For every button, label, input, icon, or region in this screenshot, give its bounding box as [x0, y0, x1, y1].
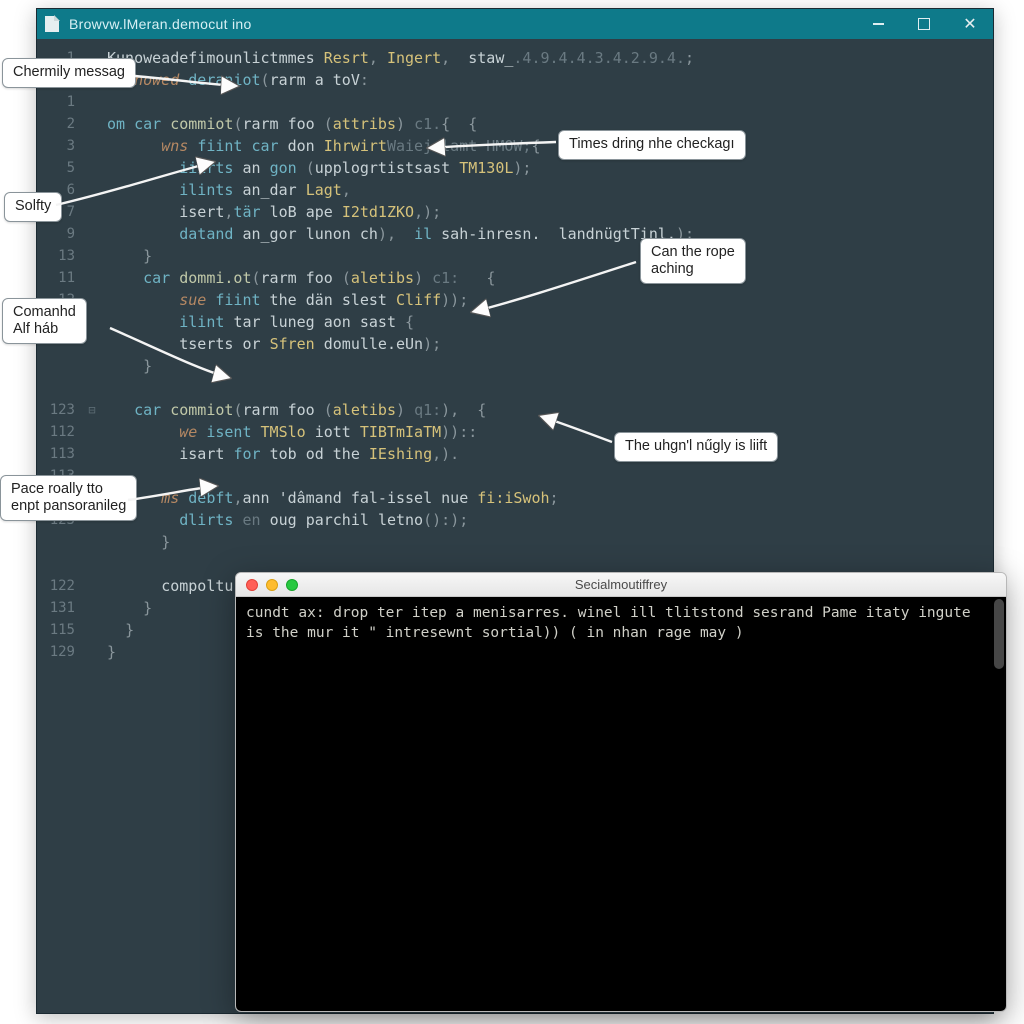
- callout-comanhd: Comanhd Alf háb: [2, 298, 87, 344]
- window-controls: ✕: [855, 9, 993, 39]
- terminal-titlebar[interactable]: Secialmoutiffrey: [236, 573, 1006, 597]
- code-content[interactable]: Kunoweadefimounlictmmes Resrt, Ingert, s…: [107, 47, 987, 663]
- callout-rope: Can the rope aching: [640, 238, 746, 284]
- callout-chermily: Chermily messag: [2, 58, 136, 88]
- window-title: Browvw.lMeran.democut ino: [69, 16, 252, 32]
- maximize-button[interactable]: [901, 9, 947, 39]
- minimize-button[interactable]: [855, 9, 901, 39]
- callout-times: Times dring nhe checkagı: [558, 130, 746, 160]
- close-button[interactable]: ✕: [947, 9, 993, 39]
- callout-pace: Pace roally tto enpt pansoranileg: [0, 475, 137, 521]
- callout-solfty: Solfty: [4, 192, 62, 222]
- terminal-output[interactable]: cundt ax: drop ter itep a menisarres. wi…: [236, 597, 1006, 1011]
- terminal-scrollbar[interactable]: [994, 599, 1004, 669]
- callout-uhgnl: The uhgn'l nűgly is liift: [614, 432, 778, 462]
- terminal-window: Secialmoutiffrey cundt ax: drop ter itep…: [235, 572, 1007, 1012]
- document-icon: [45, 16, 59, 32]
- terminal-title: Secialmoutiffrey: [236, 577, 1006, 592]
- line-number-gutter: 11123567913111213 123112113113122123 122…: [37, 47, 83, 663]
- editor-titlebar[interactable]: Browvw.lMeran.democut ino ✕: [37, 9, 993, 39]
- fold-column[interactable]: ⊟: [83, 47, 101, 663]
